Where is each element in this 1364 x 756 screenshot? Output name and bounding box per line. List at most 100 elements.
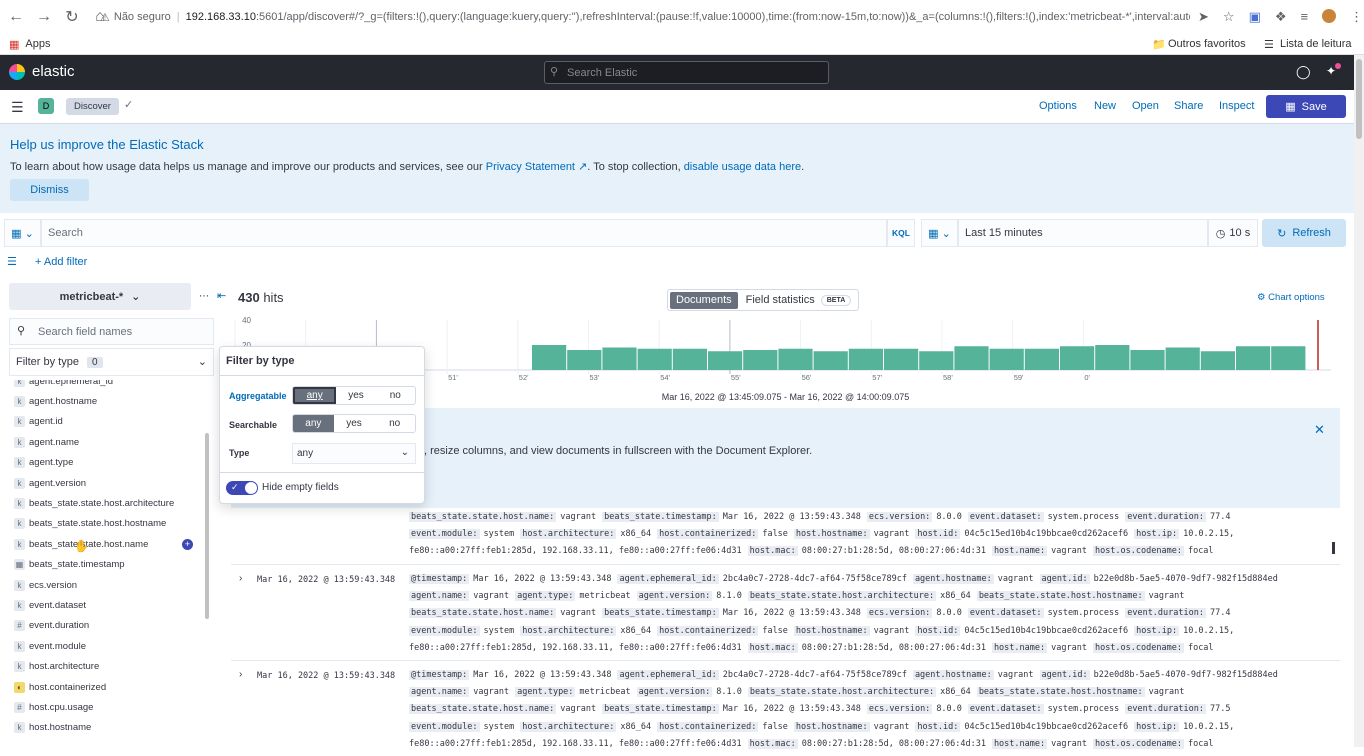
field-item[interactable]: k event.dataset xyxy=(14,596,86,614)
doc-field-value: 04c5c15ed10b4c19bbcae0cd262acef6 xyxy=(964,625,1129,636)
hide-empty-fields-toggle[interactable]: ✓ xyxy=(226,481,258,495)
close-icon[interactable]: ✕ xyxy=(1314,422,1325,438)
more-options-icon[interactable]: ⋯ xyxy=(199,291,209,302)
index-pattern-selector[interactable]: metricbeat-* ⌄ xyxy=(9,283,191,310)
saved-query-icon[interactable]: ▦ ⌄ xyxy=(4,219,41,247)
field-item[interactable]: k host.architecture xyxy=(14,658,99,676)
field-item[interactable]: k agent.id xyxy=(14,413,63,431)
doc-field-value: Mar 16, 2022 @ 13:59:43.348 xyxy=(722,512,861,522)
field-item[interactable]: k agent.ephemeral_id xyxy=(14,380,113,390)
doc-field-key: agent.hostname: xyxy=(912,574,994,584)
doc-field-value: fe80::a00:27ff:feb1:285d, 192.168.33.11,… xyxy=(409,642,742,653)
filter-by-type-button[interactable]: Filter by type 0 ⌄ xyxy=(9,348,214,376)
time-picker[interactable]: Last 15 minutes xyxy=(958,219,1208,247)
field-item[interactable]: k ecs.version xyxy=(14,576,77,594)
search-elastic-input[interactable]: Search Elastic xyxy=(544,61,829,84)
url-path: :5601/app/discover#/?_g=(filters:!(),que… xyxy=(255,11,1190,23)
expand-row-icon[interactable]: › xyxy=(239,669,242,680)
space-avatar[interactable]: D xyxy=(38,98,54,114)
doc-table-scrollbar[interactable] xyxy=(1332,542,1335,554)
tab-documents[interactable]: Documents xyxy=(670,291,738,309)
histogram-bar xyxy=(884,348,919,370)
chart-options-button[interactable]: ⚙ Chart options xyxy=(1257,292,1325,303)
save-button[interactable]: ▦ Save xyxy=(1266,95,1346,118)
doc-source-line: @timestamp: Mar 16, 2022 @ 13:59:43.348 ag… xyxy=(409,667,1329,684)
help-icon[interactable]: ◯ xyxy=(1296,64,1311,80)
searchable-yes[interactable]: yes xyxy=(334,415,375,432)
searchable-no[interactable]: no xyxy=(374,415,415,432)
forward-icon[interactable]: → xyxy=(32,5,56,29)
filter-options-icon[interactable]: ☰ xyxy=(7,255,17,268)
doc-field-value: system xyxy=(483,721,515,732)
doc-field-key: host.id: xyxy=(915,625,961,636)
calendar-icon[interactable]: ▦ ⌄ xyxy=(921,219,958,247)
elastic-logo-text[interactable]: elastic xyxy=(32,63,75,80)
field-item[interactable]: k agent.type xyxy=(14,454,73,472)
add-filter-button[interactable]: + Add filter xyxy=(35,256,87,268)
field-name: agent.id xyxy=(29,416,63,428)
new-link[interactable]: New xyxy=(1094,100,1116,112)
inspect-link[interactable]: Inspect xyxy=(1219,100,1254,112)
field-item[interactable]: k beats_state.state.host.hostname xyxy=(14,515,166,533)
field-item[interactable]: k agent.hostname xyxy=(14,392,97,410)
field-item[interactable]: # event.duration xyxy=(14,617,89,635)
page-scrollbar[interactable] xyxy=(1354,55,1364,747)
x-tick-label: 57' xyxy=(872,373,882,382)
address-bar[interactable]: ⚠ Não seguro | 192.168.33.10 :5601/app/d… xyxy=(100,5,1190,29)
query-input[interactable]: Search xyxy=(41,219,887,247)
field-item[interactable]: k beats_state.state.host.architecture xyxy=(14,494,174,512)
field-list-scrollbar[interactable] xyxy=(205,433,209,619)
extensions-icon[interactable]: ❖ xyxy=(1275,9,1287,25)
aggregatable-yes[interactable]: yes xyxy=(336,387,375,404)
reload-icon[interactable]: ↻ xyxy=(60,5,84,29)
playlist-icon[interactable]: ≡ xyxy=(1301,9,1309,25)
star-icon[interactable]: ☆ xyxy=(1223,9,1235,25)
field-item[interactable]: ▦ beats_state.timestamp xyxy=(14,556,125,574)
field-type-icon: # xyxy=(14,701,25,713)
collapse-sidebar-icon[interactable]: ⇤ xyxy=(217,289,226,302)
open-link[interactable]: Open xyxy=(1132,100,1159,112)
field-item[interactable]: k event.module xyxy=(14,637,86,655)
tab-field-statistics[interactable]: Field statistics xyxy=(746,294,815,306)
searchable-any[interactable]: any xyxy=(293,415,334,432)
privacy-statement-link[interactable]: Privacy Statement xyxy=(486,161,575,173)
hits-counter: 430 hits xyxy=(238,290,284,305)
field-item[interactable]: k agent.version xyxy=(14,474,86,492)
histogram-bar xyxy=(919,351,954,370)
apps-label[interactable]: Apps xyxy=(25,38,50,50)
type-select[interactable]: any ⌄ xyxy=(292,443,416,464)
field-item[interactable]: # host.cpu.usage xyxy=(14,698,93,716)
profile-avatar[interactable] xyxy=(1322,9,1337,23)
disable-usage-link[interactable]: disable usage data here xyxy=(684,161,801,173)
back-icon[interactable]: ← xyxy=(4,5,28,29)
kql-toggle[interactable]: KQL xyxy=(887,219,915,247)
dismiss-button[interactable]: Dismiss xyxy=(10,179,89,201)
field-item[interactable]: ◐ host.containerized xyxy=(14,678,106,696)
options-link[interactable]: Options xyxy=(1039,100,1077,112)
save-label: Save xyxy=(1301,100,1327,113)
refresh-button[interactable]: ↻ Refresh xyxy=(1262,219,1346,247)
elastic-logo-icon[interactable] xyxy=(9,64,25,80)
other-favorites[interactable]: Outros favoritos xyxy=(1168,38,1246,50)
refresh-interval[interactable]: ◷ 10 s xyxy=(1208,219,1258,247)
field-item[interactable]: k agent.name xyxy=(14,433,79,451)
doc-source-line: beats_state.state.host.name: vagrant beats… xyxy=(409,701,1329,718)
hamburger-menu-icon[interactable]: ☰ xyxy=(11,99,24,116)
expand-row-icon[interactable]: › xyxy=(239,573,242,584)
x-tick-label: 51' xyxy=(448,373,458,382)
menu-icon[interactable]: ⋮ xyxy=(1350,9,1363,25)
reading-list[interactable]: Lista de leitura xyxy=(1280,38,1352,50)
send-icon[interactable]: ➤ xyxy=(1198,9,1209,25)
share-link[interactable]: Share xyxy=(1174,100,1203,112)
doc-field-value: vagrant xyxy=(1148,687,1185,698)
aggregatable-no[interactable]: no xyxy=(376,387,415,404)
translate-icon[interactable]: ▣ xyxy=(1249,9,1261,25)
apps-icon[interactable]: ▦ xyxy=(9,38,19,51)
add-field-icon[interactable]: + xyxy=(182,538,193,550)
breadcrumb-discover[interactable]: Discover xyxy=(66,98,119,115)
aggregatable-any[interactable]: any xyxy=(293,387,337,404)
histogram-bar xyxy=(813,351,848,370)
doc-field-value: system.process xyxy=(1047,512,1120,522)
field-item[interactable]: k host.hostname xyxy=(14,719,91,737)
field-search-input[interactable]: Search field names xyxy=(9,318,214,345)
